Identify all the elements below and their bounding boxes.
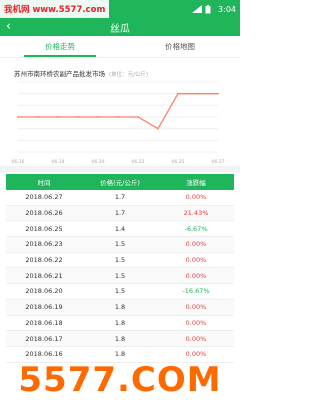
cell-change: 0.00%: [185, 240, 207, 249]
cell-change: 0.00%: [185, 303, 207, 312]
cell-price: 1.7: [114, 209, 126, 218]
cell-price: 1.5: [114, 256, 126, 265]
chart-title-text: 苏州市南环桥农副产品批发市场: [14, 70, 105, 78]
cell-price: 1.5: [114, 287, 126, 296]
table-row: 2018.06.27 1.7 0.00%: [6, 190, 234, 206]
cell-date: 2018.06.20: [25, 287, 63, 296]
cell-date: 2018.06.22: [25, 256, 63, 265]
header-price: 价格(元/公斤): [100, 179, 140, 187]
tab-price-map-label: 价格地图: [165, 42, 195, 51]
cell-date: 2018.06.23: [25, 240, 63, 249]
tab-price-trend-label: 价格走势: [45, 42, 75, 51]
table-row: 2018.06.20 1.5 -16.67%: [6, 284, 234, 300]
cell-date: 2018.06.25: [25, 224, 63, 233]
signal-icon: [192, 5, 203, 13]
cell-date: 2018.06.19: [25, 303, 63, 312]
status-icons: 3:04: [192, 0, 236, 18]
cell-price: 1.8: [114, 350, 126, 359]
tab-bar: 价格走势 价格地图: [0, 36, 240, 58]
price-table: 时间 价格(元/公斤) 涨跌幅 2018.06.27 1.7 0.00% 2018.0…: [6, 174, 234, 363]
data-point: [97, 116, 99, 118]
data-point: [37, 116, 39, 118]
cell-date: 2018.06.18: [25, 318, 63, 327]
page-title: 丝瓜: [110, 23, 130, 35]
back-arrow-icon[interactable]: ‹: [6, 19, 11, 35]
watermark-top: 我机网 www.5577.com: [0, 0, 110, 18]
tab-price-map[interactable]: 价格地图: [120, 36, 240, 57]
price-line-chart: 06.16 06.18 06.20 06.22 06.25 06.27: [12, 81, 225, 165]
cell-date: 2018.06.27: [25, 193, 63, 202]
cell-price: 1.4: [114, 224, 126, 233]
price-chart-card: 苏州市南环桥农副产品批发市场 (单位：元/公斤) 06.16 06.18 06.20 0…: [6, 62, 234, 166]
cell-date: 2018.06.16: [25, 350, 63, 359]
cell-price: 1.5: [114, 240, 126, 249]
data-point: [217, 92, 219, 95]
table-row: 2018.06.21 1.5 0.00%: [6, 268, 234, 285]
data-point: [157, 127, 159, 130]
header-change: 涨跌幅: [186, 179, 206, 187]
title-bar: ‹ 丝瓜: [0, 18, 240, 36]
x-tick-label: 06.16: [12, 159, 25, 165]
table-row: 2018.06.18 1.8 0.00%: [6, 316, 234, 332]
series-line: [18, 93, 218, 130]
data-point: [17, 116, 19, 118]
data-point: [197, 92, 199, 95]
watermark-bottom: 5577.COM: [18, 360, 222, 400]
chart-unit: (单位：元/公斤): [109, 72, 149, 78]
table-row: 2018.06.22 1.5 0.00%: [6, 253, 234, 269]
data-point: [117, 116, 119, 118]
section-divider: [0, 166, 240, 172]
battery-icon: [205, 5, 215, 14]
table-row: 2018.06.25 1.4 -6.67%: [6, 221, 234, 238]
table-body: 2018.06.27 1.7 0.00% 2018.06.26 1.7 21.43% 201…: [6, 190, 234, 363]
table-header: 时间 价格(元/公斤) 涨跌幅: [6, 174, 234, 190]
cell-price: 1.5: [114, 271, 126, 280]
cell-change: 0.00%: [185, 193, 207, 202]
x-tick-label: 06.27: [212, 159, 225, 165]
data-point: [177, 92, 179, 95]
cell-change: -6.67%: [184, 224, 208, 233]
header-date: 时间: [37, 179, 51, 187]
cell-change: 0.00%: [185, 256, 207, 265]
cell-price: 1.8: [114, 303, 126, 312]
x-tick-label: 06.20: [92, 159, 105, 165]
table-row: 2018.06.26 1.7 21.43%: [6, 205, 234, 222]
cell-date: 2018.06.26: [25, 209, 63, 218]
cell-date: 2018.06.21: [25, 271, 63, 280]
data-point: [77, 116, 79, 118]
cell-change: 21.43%: [183, 209, 209, 218]
data-point: [137, 116, 139, 118]
chart-title: 苏州市南环桥农副产品批发市场 (单位：元/公斤): [14, 68, 148, 78]
tab-price-trend[interactable]: 价格走势: [0, 36, 120, 57]
table-row: 2018.06.17 1.8 0.00%: [6, 331, 234, 347]
cell-change: 0.00%: [185, 350, 207, 359]
status-time: 3:04: [218, 4, 236, 14]
x-tick-label: 06.22: [132, 159, 145, 165]
cell-change: 0.00%: [185, 318, 207, 327]
cell-change: 0.00%: [185, 271, 207, 280]
cell-price: 1.8: [114, 334, 126, 343]
x-tick-label: 06.18: [52, 159, 65, 165]
cell-price: 1.7: [114, 193, 126, 202]
cell-price: 1.8: [114, 318, 126, 327]
cell-change: 0.00%: [185, 334, 207, 343]
cell-change: -16.67%: [182, 287, 210, 296]
cell-date: 2018.06.17: [25, 334, 63, 343]
x-tick-label: 06.25: [172, 159, 185, 165]
table-row: 2018.06.23 1.5 0.00%: [6, 237, 234, 253]
data-point: [57, 116, 59, 118]
table-row: 2018.06.19 1.8 0.00%: [6, 299, 234, 316]
